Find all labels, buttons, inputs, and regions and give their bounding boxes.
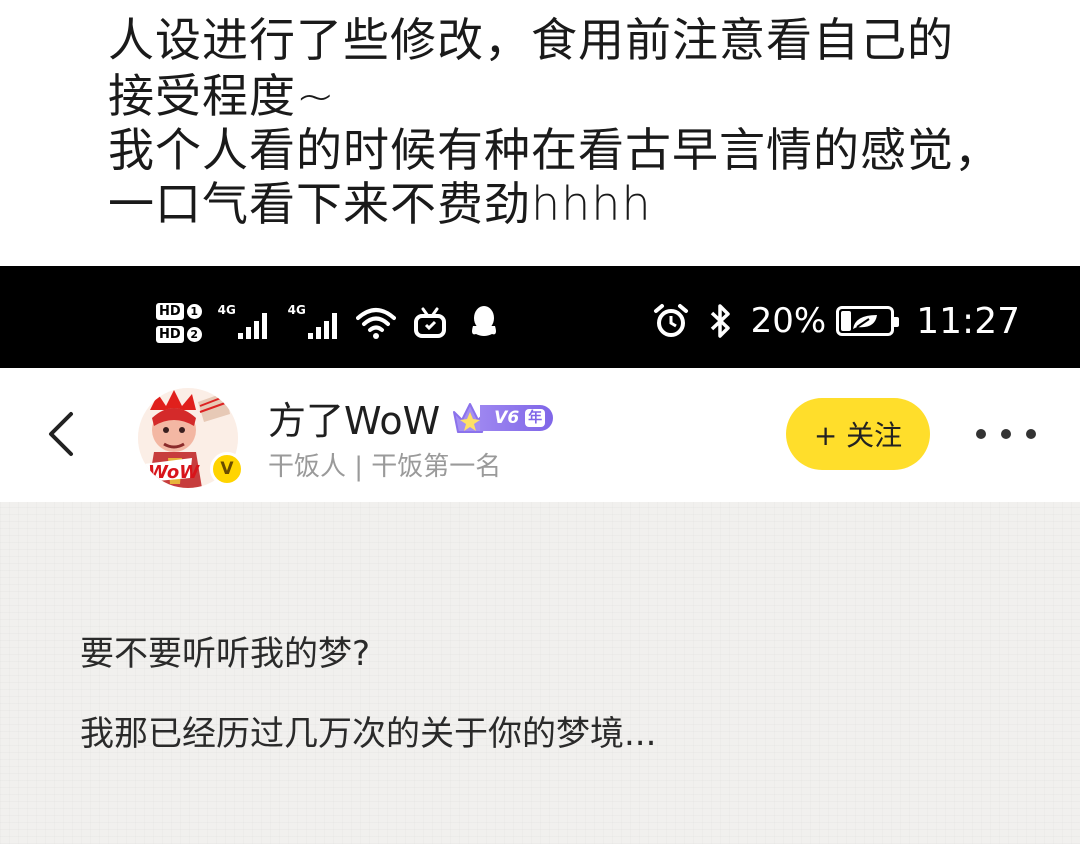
battery-percentage: 20% xyxy=(750,301,827,341)
name-row: 方了WoW V6 年 xyxy=(268,390,554,445)
vip-year-tag: 年 xyxy=(525,408,546,427)
sim1-hd-indicator: HD 1 xyxy=(156,303,202,320)
avatar-container[interactable]: WoW V xyxy=(138,388,244,488)
more-dot-icon xyxy=(1001,429,1011,439)
signal-strength-1-icon: 4G xyxy=(216,303,272,343)
network-type-2: 4G xyxy=(287,303,306,317)
post-text-line: 我那已经历过几万次的关于你的梦境... xyxy=(80,714,657,754)
sim2-number: 2 xyxy=(186,327,202,342)
qq-icon xyxy=(464,303,504,343)
dual-sim-indicator: HD 1 HD 2 xyxy=(156,303,202,343)
clock: 11:27 xyxy=(916,300,1020,342)
vip-badge[interactable]: V6 年 xyxy=(450,401,554,435)
vip-level-pill: V6 年 xyxy=(480,404,554,431)
profile-header: WoW V 方了WoW V6 年 干饭人 | 干饭第一名 + 关注 xyxy=(0,368,1080,502)
caption-line: 一口气看下来不费劲hhhh xyxy=(108,177,652,231)
sim2-hd-indicator: HD 2 xyxy=(156,326,202,343)
caption-block: 人设进行了些修改，食用前注意看自己的 接受程度~ 我个人看的时候有种在看古早言情… xyxy=(0,0,1080,266)
tv-app-icon xyxy=(410,303,450,343)
status-right: 20% 11:27 xyxy=(651,296,1020,346)
sim1-number: 1 xyxy=(186,304,202,319)
network-type-1: 4G xyxy=(217,303,236,317)
bluetooth-icon xyxy=(701,301,741,341)
status-bar: HD 1 HD 2 4G 4G 20% 11:27 xyxy=(0,266,1080,368)
signal-strength-2-icon: 4G xyxy=(286,303,342,343)
verified-badge: V xyxy=(210,452,244,486)
alarm-icon xyxy=(651,301,691,341)
profile-name[interactable]: 方了WoW xyxy=(268,390,440,445)
more-dot-icon xyxy=(976,429,986,439)
chevron-left-icon xyxy=(49,412,73,456)
back-button[interactable] xyxy=(38,404,82,464)
battery-saver-icon xyxy=(836,306,900,336)
follow-button[interactable]: + 关注 xyxy=(786,398,930,470)
post-text-line: 要不要听听我的梦? xyxy=(80,634,371,674)
wifi-icon xyxy=(355,303,396,343)
vip-level: V6 xyxy=(494,407,520,428)
svg-text:WoW: WoW xyxy=(148,462,200,483)
more-dot-icon xyxy=(1026,429,1036,439)
sim1-hd-label: HD xyxy=(156,303,184,320)
post-content: 要不要听听我的梦? 我那已经历过几万次的关于你的梦境... xyxy=(0,502,1080,844)
more-options-button[interactable] xyxy=(976,416,1036,452)
status-left: HD 1 HD 2 4G 4G xyxy=(156,298,504,348)
profile-subtitle: 干饭人 | 干饭第一名 xyxy=(268,452,502,482)
sim2-hd-label: HD xyxy=(156,326,184,343)
